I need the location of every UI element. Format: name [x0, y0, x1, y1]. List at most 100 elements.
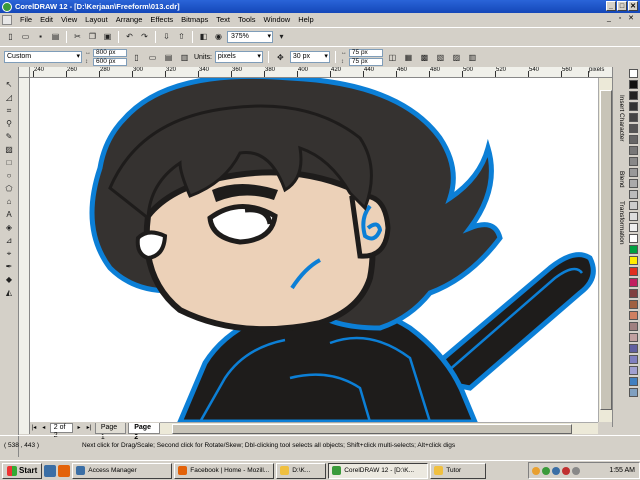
- fill-tool-icon[interactable]: ◆: [2, 274, 17, 286]
- task-explorer[interactable]: D:\K...: [276, 462, 327, 479]
- vertical-scroll-thumb[interactable]: [600, 90, 612, 410]
- color-swatch[interactable]: [628, 344, 638, 353]
- basic-shapes-tool-icon[interactable]: ⌂: [2, 196, 17, 208]
- task-access-manager[interactable]: Access Manager: [72, 462, 173, 479]
- smart-fill-tool-icon[interactable]: ▨: [2, 144, 17, 156]
- task-coreldraw[interactable]: CorelDRAW 12 - [D:\K...: [328, 462, 429, 479]
- minimize-button[interactable]: _: [606, 1, 616, 11]
- color-swatch[interactable]: [628, 289, 638, 298]
- start-button[interactable]: Start: [2, 462, 43, 479]
- app-launcher-icon[interactable]: ◧: [197, 30, 210, 43]
- menu-tools[interactable]: Tools: [234, 15, 260, 24]
- paper-type-select[interactable]: Custom: [4, 51, 82, 63]
- freehand-tool-icon[interactable]: ✎: [2, 131, 17, 143]
- color-swatch[interactable]: [628, 135, 638, 144]
- menu-text[interactable]: Text: [212, 15, 234, 24]
- color-swatch[interactable]: [628, 278, 638, 287]
- prev-page-button[interactable]: ◂: [40, 423, 48, 433]
- corel-online-icon[interactable]: ◉: [212, 30, 225, 43]
- ellipse-tool-icon[interactable]: ○: [2, 170, 17, 182]
- color-swatch[interactable]: [628, 234, 638, 243]
- color-swatch[interactable]: [628, 267, 638, 276]
- color-swatch[interactable]: [628, 190, 638, 199]
- color-swatch[interactable]: [628, 124, 638, 133]
- tray-icon[interactable]: [532, 466, 540, 475]
- duplicate-x-field[interactable]: 75 px: [348, 48, 383, 57]
- copy-icon[interactable]: ❐: [86, 30, 99, 43]
- document-icon[interactable]: [2, 14, 12, 25]
- snap-objects-icon[interactable]: ▨: [450, 51, 463, 64]
- duplicate-y-field[interactable]: 75 px: [348, 57, 383, 66]
- undo-icon[interactable]: ↶: [123, 30, 136, 43]
- quicklaunch-desktop-icon[interactable]: [44, 464, 57, 477]
- close-button[interactable]: ✕: [628, 1, 638, 11]
- units-select[interactable]: pixels: [214, 51, 263, 63]
- text-tool-icon[interactable]: A: [2, 209, 17, 221]
- menu-view[interactable]: View: [57, 15, 81, 24]
- tray-icon[interactable]: [562, 466, 570, 475]
- outline-tool-icon[interactable]: ✒: [2, 261, 17, 273]
- paste-icon[interactable]: ▣: [101, 30, 114, 43]
- zoom-tool-icon[interactable]: ⚲: [2, 118, 17, 130]
- save-icon[interactable]: ▪: [34, 30, 47, 43]
- zoom-dropdown-icon[interactable]: ▾: [275, 30, 288, 43]
- polygon-tool-icon[interactable]: ⬠: [2, 183, 17, 195]
- menu-edit[interactable]: Edit: [36, 15, 57, 24]
- volume-icon[interactable]: [572, 466, 580, 475]
- docker-tab-insert-character[interactable]: Insert Character: [614, 95, 625, 142]
- zoom-level-select[interactable]: 375%: [227, 30, 273, 43]
- all-pages-icon[interactable]: ▤: [162, 51, 175, 64]
- color-swatch[interactable]: [628, 355, 638, 364]
- color-swatch[interactable]: [628, 157, 638, 166]
- docker-tab-blend[interactable]: Blend: [614, 171, 625, 188]
- current-page-icon[interactable]: ▥: [178, 51, 191, 64]
- treat-as-filled-icon[interactable]: ◫: [386, 51, 399, 64]
- snap-guides-icon[interactable]: ▧: [434, 51, 447, 64]
- tray-icon[interactable]: [542, 466, 550, 475]
- import-icon[interactable]: ⇩: [160, 30, 173, 43]
- page-height-field[interactable]: 600 px: [93, 57, 127, 66]
- task-facebook[interactable]: Facebook | Home - Mozill...: [174, 462, 275, 479]
- interactive-blend-tool-icon[interactable]: ◈: [2, 222, 17, 234]
- color-swatch[interactable]: [628, 245, 638, 254]
- rectangle-tool-icon[interactable]: □: [2, 157, 17, 169]
- tab-page-2[interactable]: Page 2: [128, 422, 160, 441]
- color-swatch[interactable]: [628, 333, 638, 342]
- menu-effects[interactable]: Effects: [146, 15, 177, 24]
- ruler-origin[interactable]: [19, 67, 30, 78]
- interactive-fill-tool-icon[interactable]: ◭: [2, 287, 17, 299]
- print-icon[interactable]: ▤: [49, 30, 62, 43]
- drawing-canvas[interactable]: [30, 78, 612, 422]
- maximize-button[interactable]: □: [617, 1, 627, 11]
- portrait-icon[interactable]: ▯: [130, 51, 143, 64]
- color-swatch[interactable]: [628, 322, 638, 331]
- options-icon[interactable]: ▦: [402, 51, 415, 64]
- menu-window[interactable]: Window: [260, 15, 295, 24]
- doc-minimize-button[interactable]: _: [604, 14, 614, 24]
- menu-help[interactable]: Help: [294, 15, 317, 24]
- task-tutor[interactable]: Tutor: [430, 462, 487, 479]
- color-swatch[interactable]: [628, 377, 638, 386]
- tray-icon[interactable]: [552, 466, 560, 475]
- menu-layout[interactable]: Layout: [81, 15, 112, 24]
- color-swatch[interactable]: [628, 212, 638, 221]
- redo-icon[interactable]: ↷: [138, 30, 151, 43]
- horizontal-scrollbar[interactable]: [160, 422, 598, 434]
- dimension-tool-icon[interactable]: ⊿: [2, 235, 17, 247]
- snap-grid-icon[interactable]: ▩: [418, 51, 431, 64]
- color-swatch[interactable]: [628, 311, 638, 320]
- docker-tab-transformation[interactable]: Transformation: [614, 201, 625, 244]
- pick-tool-icon[interactable]: ↖: [2, 79, 17, 91]
- color-swatch[interactable]: [628, 179, 638, 188]
- tab-page-1[interactable]: Page 1: [94, 422, 127, 441]
- new-icon[interactable]: ▯: [4, 30, 17, 43]
- color-swatch[interactable]: [628, 366, 638, 375]
- page-width-field[interactable]: 800 px: [93, 48, 127, 57]
- nudge-distance-field[interactable]: 30 px: [289, 51, 330, 63]
- next-page-button[interactable]: ▸: [75, 423, 83, 433]
- color-swatch[interactable]: [628, 256, 638, 265]
- export-icon[interactable]: ⇧: [175, 30, 188, 43]
- color-swatch[interactable]: [628, 102, 638, 111]
- vertical-scrollbar[interactable]: [598, 78, 612, 422]
- quicklaunch-firefox-icon[interactable]: [58, 464, 71, 477]
